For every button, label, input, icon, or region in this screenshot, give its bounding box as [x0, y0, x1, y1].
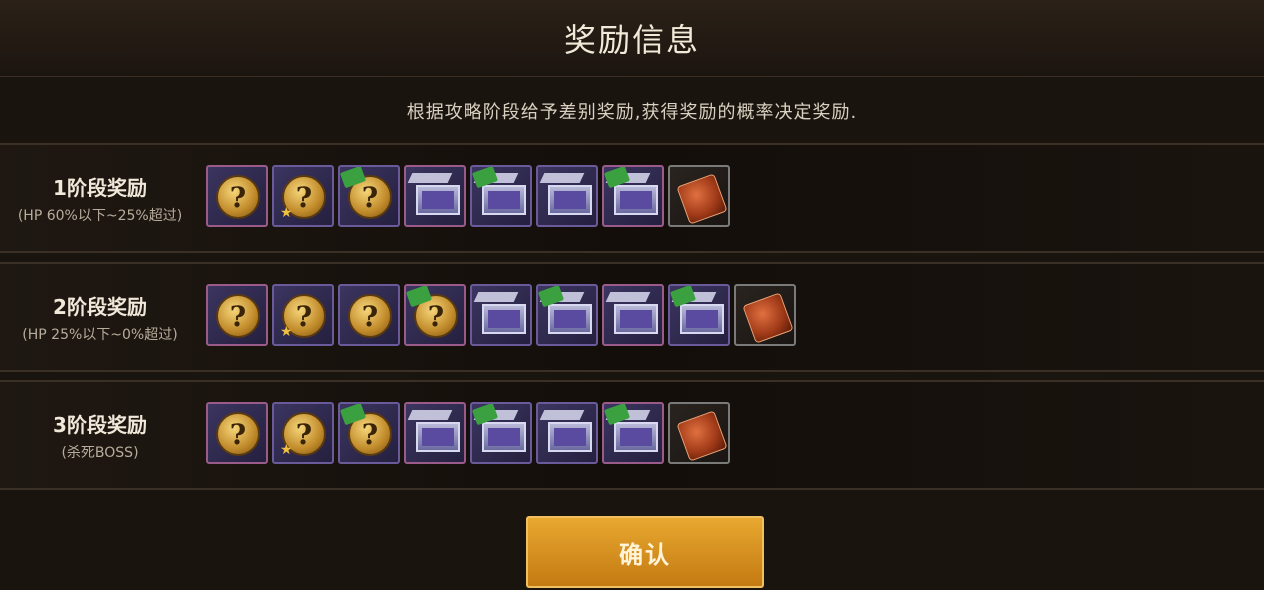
supply-box-item[interactable] — [602, 402, 664, 464]
red-chest-icon — [676, 173, 728, 225]
stage-title: 2阶段奖励 — [53, 294, 147, 319]
box-lid-icon — [407, 173, 453, 183]
box-icon — [614, 185, 658, 215]
box-lid-icon — [605, 292, 651, 302]
reward-items: ? ? ★?? — [206, 284, 796, 348]
mystery-coin-item[interactable]: ? — [338, 402, 400, 464]
chest-item[interactable] — [668, 402, 730, 464]
stage-row-3: 3阶段奖励 (杀死BOSS) ?? ★? — [0, 380, 1264, 490]
supply-box-item[interactable] — [470, 165, 532, 227]
stage-condition: (杀死BOSS) — [61, 444, 139, 461]
reward-description: 根据攻略阶段给予差别奖励,获得奖励的概率决定奖励. — [406, 102, 858, 123]
supply-box-item[interactable] — [536, 165, 598, 227]
star-icon: ★ — [280, 324, 293, 340]
confirm-button[interactable]: 确认 — [526, 516, 764, 588]
stage-label: 3阶段奖励 (杀死BOSS) — [0, 382, 200, 488]
supply-box-item[interactable] — [470, 402, 532, 464]
box-lid-icon — [539, 410, 585, 420]
question-coin-icon: ? — [216, 175, 260, 219]
box-lid-icon — [473, 292, 519, 302]
dialog-title: 奖励信息 — [563, 21, 700, 59]
red-chest-icon — [676, 410, 728, 462]
box-icon — [548, 185, 592, 215]
stage-condition: (HP 25%以下~0%超过) — [22, 326, 178, 343]
supply-box-item[interactable] — [404, 165, 466, 227]
stage-row-1: 1阶段奖励 (HP 60%以下~25%超过) ?? ★? — [0, 143, 1264, 253]
question-coin-icon: ? — [216, 412, 260, 456]
mystery-coin-item[interactable]: ? — [338, 165, 400, 227]
box-icon — [482, 185, 526, 215]
red-chest-icon — [742, 292, 794, 344]
box-lid-icon — [407, 410, 453, 420]
chest-item[interactable] — [734, 284, 796, 346]
supply-box-item[interactable] — [404, 402, 466, 464]
question-coin-icon: ? — [216, 294, 260, 338]
supply-box-item[interactable] — [668, 284, 730, 346]
star-icon: ★ — [280, 442, 293, 458]
mystery-coin-item[interactable]: ? — [206, 402, 268, 464]
stage-title: 1阶段奖励 — [53, 175, 147, 200]
supply-box-item[interactable] — [602, 165, 664, 227]
box-lid-icon — [539, 173, 585, 183]
box-icon — [614, 304, 658, 334]
supply-box-item[interactable] — [536, 284, 598, 346]
supply-box-item[interactable] — [470, 284, 532, 346]
supply-box-item[interactable] — [536, 402, 598, 464]
question-coin-icon: ? — [348, 294, 392, 338]
mystery-coin-item[interactable]: ? — [404, 284, 466, 346]
reward-items: ?? ★? — [206, 402, 730, 466]
stage-label: 2阶段奖励 (HP 25%以下~0%超过) — [0, 264, 200, 370]
mystery-coin-item[interactable]: ? ★ — [272, 284, 334, 346]
box-icon — [614, 422, 658, 452]
mystery-coin-item[interactable]: ? ★ — [272, 402, 334, 464]
box-icon — [482, 422, 526, 452]
stage-label: 1阶段奖励 (HP 60%以下~25%超过) — [0, 145, 200, 251]
chest-item[interactable] — [668, 165, 730, 227]
box-icon — [680, 304, 724, 334]
box-icon — [548, 422, 592, 452]
box-icon — [416, 422, 460, 452]
box-icon — [482, 304, 526, 334]
supply-box-item[interactable] — [602, 284, 664, 346]
mystery-coin-item[interactable]: ? — [206, 284, 268, 346]
reward-items: ?? ★? — [206, 165, 730, 229]
title-bar: 奖励信息 — [0, 0, 1264, 77]
mystery-coin-item[interactable]: ? — [338, 284, 400, 346]
star-icon: ★ — [280, 205, 293, 221]
box-icon — [416, 185, 460, 215]
box-icon — [548, 304, 592, 334]
stage-row-2: 2阶段奖励 (HP 25%以下~0%超过) ? ? ★?? — [0, 262, 1264, 372]
stage-title: 3阶段奖励 — [53, 412, 147, 437]
mystery-coin-item[interactable]: ? — [206, 165, 268, 227]
stage-condition: (HP 60%以下~25%超过) — [17, 207, 183, 224]
mystery-coin-item[interactable]: ? ★ — [272, 165, 334, 227]
